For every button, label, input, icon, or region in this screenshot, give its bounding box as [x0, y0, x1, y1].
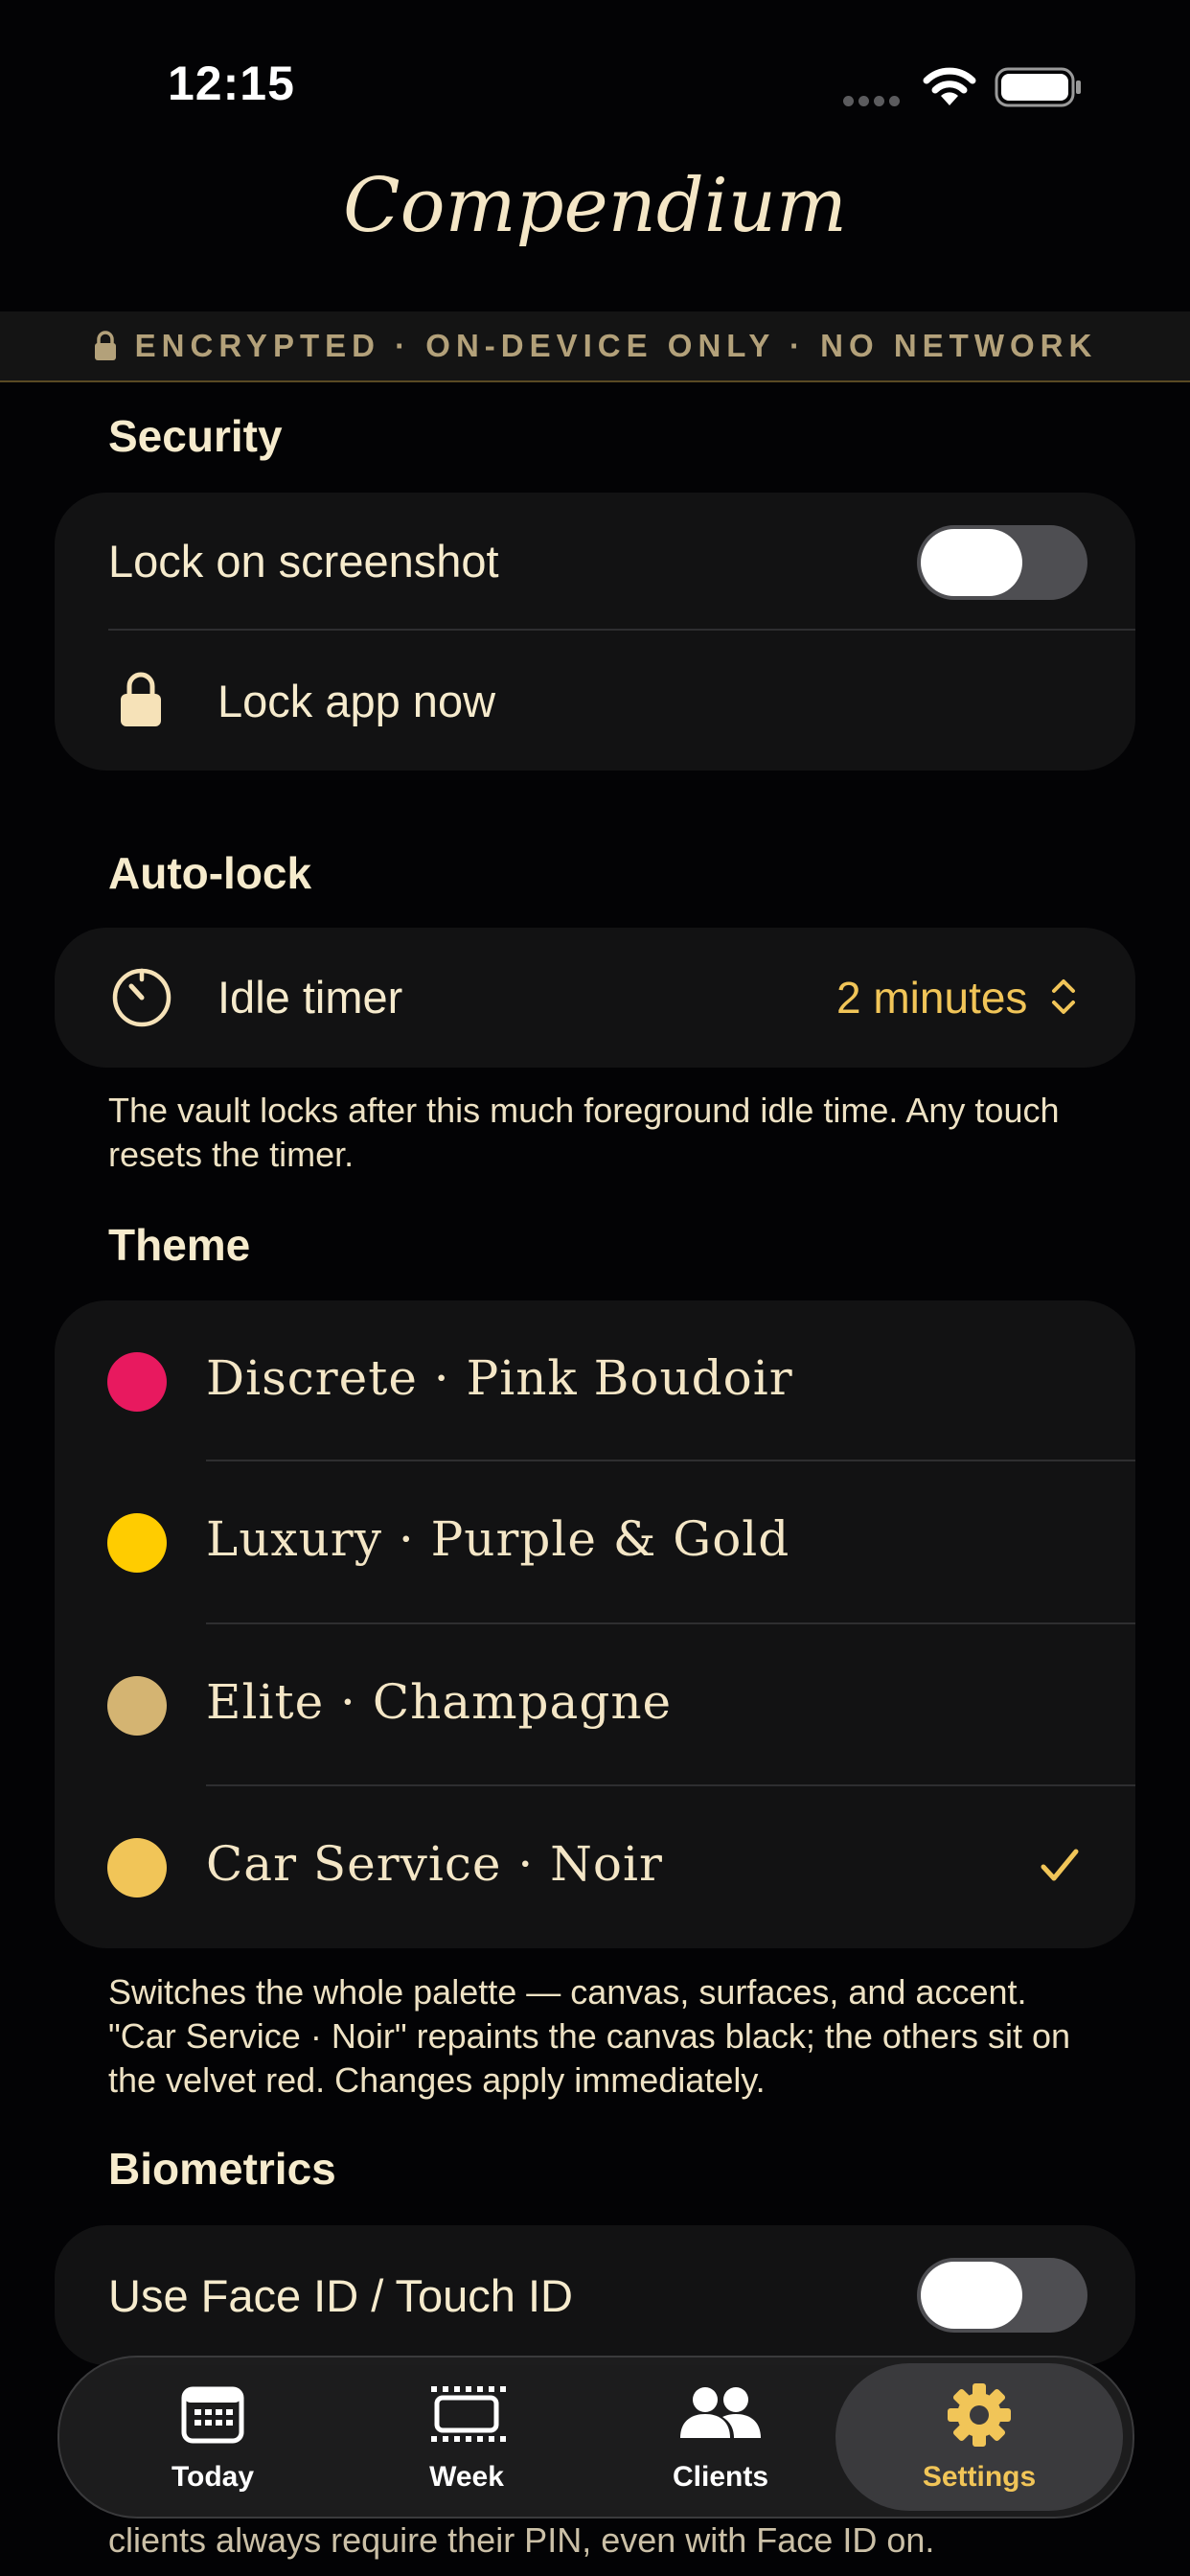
lock-icon — [121, 672, 161, 726]
theme-option-elite[interactable]: Elite · Champagne — [55, 1624, 1135, 1785]
timer-icon — [112, 968, 172, 1027]
wifi-icon — [923, 67, 976, 105]
face-id-label: Use Face ID / Touch ID — [108, 2270, 573, 2321]
biometrics-footnote: clients always require their PIN, even w… — [108, 2520, 935, 2560]
biometrics-card: Use Face ID / Touch ID — [55, 2225, 1135, 2365]
app-title: Compendium — [342, 163, 847, 249]
battery-icon — [995, 67, 1081, 107]
tab-week[interactable]: Week — [342, 2358, 591, 2517]
lock-app-now-label: Lock app now — [217, 676, 496, 726]
lock-icon — [94, 331, 116, 360]
tab-label: Week — [429, 2461, 504, 2493]
security-card: Lock on screenshot Lock app now — [55, 493, 1135, 770]
tab-label: Today — [171, 2461, 255, 2493]
section-heading-auto-lock: Auto-lock — [108, 848, 312, 898]
swatch-noir-icon — [107, 1838, 167, 1898]
lock-on-screenshot-label: Lock on screenshot — [108, 536, 499, 586]
banner-text: ENCRYPTED · ON-DEVICE ONLY · NO NETWORK — [134, 328, 1098, 363]
swatch-champagne-icon — [107, 1676, 167, 1736]
idle-timer-row[interactable]: Idle timer 2 minutes — [55, 928, 1135, 1068]
swatch-gold-icon — [107, 1513, 167, 1573]
gear-icon — [948, 2383, 1011, 2447]
tab-label: Settings — [922, 2461, 1037, 2493]
tab-clients[interactable]: Clients — [596, 2358, 845, 2517]
section-heading-biometrics: Biometrics — [108, 2144, 336, 2194]
theme-footnote: Switches the whole palette — canvas, sur… — [108, 1972, 1070, 2100]
theme-option-label: Car Service · Noir — [206, 1836, 663, 1892]
lock-app-now-button[interactable]: Lock app now — [55, 631, 1135, 770]
tab-settings[interactable]: Settings — [835, 2363, 1123, 2511]
face-id-toggle[interactable] — [917, 2258, 1087, 2333]
theme-option-label: Luxury · Purple & Gold — [206, 1511, 790, 1567]
tab-label: Clients — [672, 2461, 769, 2493]
week-icon — [431, 2386, 506, 2442]
encryption-banner: ENCRYPTED · ON-DEVICE ONLY · NO NETWORK — [0, 311, 1190, 382]
cellular-signal-icon — [843, 94, 906, 106]
status-time: 12:15 — [168, 57, 295, 110]
calendar-icon — [181, 2386, 244, 2444]
theme-option-luxury[interactable]: Luxury · Purple & Gold — [55, 1461, 1135, 1624]
theme-option-label: Discrete · Pink Boudoir — [206, 1350, 793, 1406]
swatch-pink-icon — [107, 1352, 167, 1412]
auto-lock-footnote: The vault locks after this much foregrou… — [108, 1091, 1060, 1174]
theme-option-car-service[interactable]: Car Service · Noir — [55, 1786, 1135, 1948]
section-heading-security: Security — [108, 411, 283, 461]
people-icon — [680, 2387, 761, 2438]
chevron-up-down-icon — [1052, 979, 1075, 1014]
theme-card: Discrete · Pink Boudoir Luxury · Purple … — [55, 1300, 1135, 1948]
idle-timer-value[interactable]: 2 minutes — [836, 972, 1027, 1024]
theme-option-label: Elite · Champagne — [206, 1674, 673, 1730]
lock-on-screenshot-toggle[interactable] — [917, 525, 1087, 600]
theme-option-discrete[interactable]: Discrete · Pink Boudoir — [55, 1300, 1135, 1461]
section-heading-theme: Theme — [108, 1220, 251, 1270]
tab-bar: Today Week Clients Settings — [57, 2356, 1134, 2518]
tab-today[interactable]: Today — [88, 2358, 337, 2517]
idle-timer-label: Idle timer — [217, 972, 403, 1023]
checkmark-icon — [1041, 1849, 1079, 1881]
